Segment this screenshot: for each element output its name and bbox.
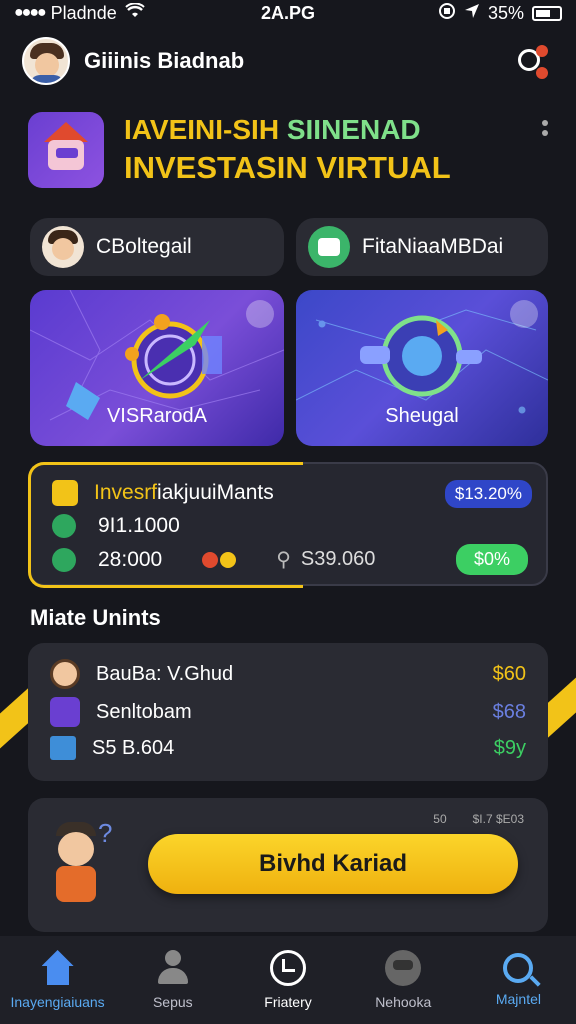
- portfolio-panel[interactable]: InvesrfiakjuuiMants $13.20% 9I1.1000 28:…: [28, 462, 548, 588]
- chat-pill-label: FitaNiaaMBDai: [362, 235, 504, 258]
- more-options-icon[interactable]: [542, 120, 548, 136]
- settings-notification-icon[interactable]: [514, 41, 554, 81]
- chat-pill[interactable]: FitaNiaaMBDai: [296, 218, 548, 276]
- chart-icon: [50, 736, 76, 760]
- nav-label: Inayengiaiuans: [10, 994, 105, 1010]
- brand-title-line1: IAVEINI-SIH SIINENAD: [124, 113, 421, 145]
- user-avatar-icon: [50, 659, 80, 689]
- feature-card-right-label: Sheugal: [385, 405, 459, 427]
- card-action-icon: [246, 300, 274, 328]
- cta-mini-stats: 50 $I.7 $E03: [433, 812, 524, 826]
- cta-button[interactable]: Bivhd Kariad: [148, 834, 518, 894]
- feature-card-right[interactable]: Sheugal: [296, 290, 548, 446]
- portfolio-value-2: 28:000: [98, 547, 163, 571]
- check-icon: [52, 514, 76, 538]
- brand-banner: IAVEINI-SIH SIINENAD INVESTASIN VIRTUAL: [28, 110, 548, 190]
- chat-icon: [308, 226, 350, 268]
- history-icon: [270, 950, 306, 986]
- search-icon: [503, 953, 534, 983]
- user-icon: [155, 950, 191, 986]
- list-item-name: S5 B.604: [92, 736, 175, 759]
- list-item[interactable]: S5 B.604 $9y: [50, 733, 526, 763]
- wallet-icon: [52, 480, 78, 506]
- units-list: BauBa: V.Ghud $60 Senltobam $68 S5 B.604…: [28, 643, 548, 781]
- list-item-amount: $68: [492, 700, 526, 723]
- user-avatar-icon[interactable]: [22, 37, 70, 85]
- feature-card-left-label: VISRarodA: [106, 405, 208, 427]
- battery-percent: 35%: [487, 2, 524, 23]
- rotation-lock-icon: [438, 2, 456, 25]
- nav-item-history[interactable]: Friatery: [230, 936, 345, 1024]
- section-title: Miate Unints: [30, 605, 161, 630]
- edit-icon: [50, 697, 80, 727]
- wifi-icon: [125, 1, 145, 24]
- profile-pill[interactable]: CBoltegail: [30, 218, 284, 276]
- nav-item-bot[interactable]: Nehooka: [346, 936, 461, 1024]
- signal-icon: ●●●●: [14, 4, 47, 21]
- feature-card-left[interactable]: VISRarodA: [30, 290, 284, 446]
- nav-label: Nehooka: [375, 994, 432, 1010]
- home-icon: [40, 950, 76, 986]
- portfolio-secondary-value: S39.060: [300, 548, 376, 570]
- battery-icon: [532, 5, 562, 21]
- portfolio-percent-badge[interactable]: $0%: [455, 544, 528, 575]
- username: Giiinis Biadnab: [84, 48, 245, 73]
- check-icon: [52, 547, 76, 572]
- app-header: Giiinis Biadnab: [22, 36, 554, 86]
- list-item[interactable]: BauBa: V.Ghud $60: [50, 659, 526, 689]
- nav-label: Sepus: [152, 994, 193, 1010]
- nav-item-profile[interactable]: Sepus: [115, 936, 230, 1024]
- portfolio-value-1: 9I1.1000: [98, 514, 180, 537]
- app-logo-icon: [28, 112, 104, 188]
- bot-icon: [385, 950, 422, 986]
- coins-icon: [202, 551, 237, 568]
- user-avatar-icon: [42, 226, 84, 268]
- list-item-amount: $60: [492, 662, 526, 685]
- profile-pill-label: CBoltegail: [96, 235, 192, 258]
- brand-title-line2: INVESTASIN VIRTUAL: [124, 150, 451, 186]
- list-item[interactable]: Senltobam $68: [50, 697, 526, 727]
- location-icon: [464, 3, 480, 24]
- carrier-name: Pladnde: [50, 2, 117, 23]
- mascot-icon: ?: [48, 818, 128, 918]
- portfolio-change-badge: $13.20%: [444, 480, 532, 508]
- nav-label: Majntel: [495, 991, 541, 1007]
- nav-item-home[interactable]: Inayengiaiuans: [0, 936, 115, 1024]
- list-item-name: BauBa: V.Ghud: [96, 662, 234, 685]
- status-time: 2A.PG: [260, 2, 316, 23]
- status-bar: ●●●● Pladnde 2A.PG 35%: [0, 0, 576, 26]
- nav-label: Friatery: [264, 994, 312, 1010]
- list-item-amount: $9y: [493, 736, 526, 759]
- search-icon[interactable]: ⚲: [276, 547, 291, 572]
- list-item-name: Senltobam: [96, 700, 192, 723]
- bottom-nav: Inayengiaiuans Sepus Friatery Nehooka Ma…: [0, 936, 576, 1024]
- cta-card: 50 $I.7 $E03 ? Bivhd Kariad: [28, 798, 548, 932]
- card-action-icon: [510, 300, 538, 328]
- portfolio-title: InvesrfiakjuuiMants: [94, 481, 274, 504]
- nav-item-search[interactable]: Majntel: [461, 936, 576, 1024]
